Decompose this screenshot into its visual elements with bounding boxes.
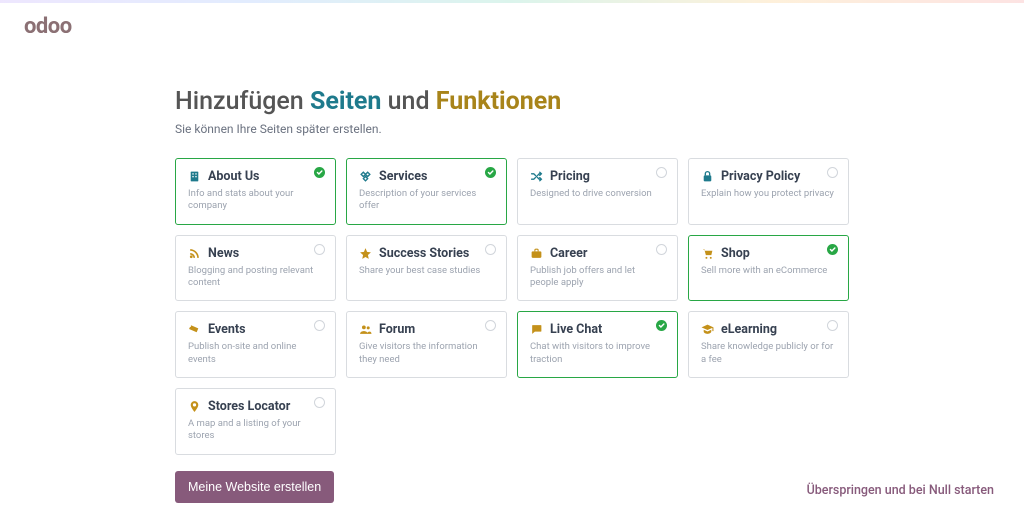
card-description: Description of your services offer <box>359 188 494 213</box>
check-icon <box>314 167 325 178</box>
card-title-text: About Us <box>208 169 259 184</box>
card-title-text: Live Chat <box>550 322 602 337</box>
cart-icon <box>701 247 714 260</box>
card-title: News <box>188 246 323 261</box>
main-content: Hinzufügen Seiten und Funktionen Sie kön… <box>0 3 1024 503</box>
heading-part2: Seiten <box>310 87 381 116</box>
empty-circle-icon <box>827 320 838 331</box>
card-title: Pricing <box>530 169 665 184</box>
feature-card-events[interactable]: Events Publish on-site and online events <box>175 311 336 378</box>
card-title: About Us <box>188 169 323 184</box>
card-title: Stores Locator <box>188 399 323 414</box>
card-description: Share knowledge publicly or for a fee <box>701 341 836 366</box>
card-description: Designed to drive conversion <box>530 188 665 200</box>
card-description: Publish job offers and let people apply <box>530 265 665 290</box>
card-title-text: Services <box>379 169 427 184</box>
card-description: Explain how you protect privacy <box>701 188 836 200</box>
rss-icon <box>188 247 201 260</box>
empty-circle-icon <box>314 244 325 255</box>
feature-card-elearning[interactable]: eLearning Share knowledge publicly or for… <box>688 311 849 378</box>
card-description: Give visitors the information they need <box>359 341 494 366</box>
card-title: Privacy Policy <box>701 169 836 184</box>
card-description: Share your best case studies <box>359 265 494 277</box>
empty-circle-icon <box>827 167 838 178</box>
create-website-button[interactable]: Meine Website erstellen <box>175 471 334 503</box>
card-title-text: Career <box>550 246 587 261</box>
skip-link[interactable]: Überspringen und bei Null starten <box>807 483 994 498</box>
empty-circle-icon <box>485 320 496 331</box>
card-description: Publish on-site and online events <box>188 341 323 366</box>
card-title-text: News <box>208 246 239 261</box>
feature-card-live-chat[interactable]: Live Chat Chat with visitors to improve t… <box>517 311 678 378</box>
card-title-text: Events <box>208 322 246 337</box>
card-description: Blogging and posting relevant content <box>188 265 323 290</box>
shuffle-icon <box>530 170 543 183</box>
empty-circle-icon <box>656 167 667 178</box>
card-description: Sell more with an eCommerce <box>701 265 836 277</box>
heading-part3: und <box>381 87 435 116</box>
empty-circle-icon <box>656 244 667 255</box>
card-description: Chat with visitors to improve traction <box>530 341 665 366</box>
decorative-top-bar <box>0 0 1024 3</box>
feature-card-forum[interactable]: Forum Give visitors the information they … <box>346 311 507 378</box>
lock-icon <box>701 170 714 183</box>
page-title: Hinzufügen Seiten und Funktionen <box>175 87 849 116</box>
graduation-icon <box>701 323 714 336</box>
ticket-icon <box>188 323 201 336</box>
feature-card-news[interactable]: News Blogging and posting relevant conten… <box>175 235 336 302</box>
building-icon <box>188 170 201 183</box>
empty-circle-icon <box>314 320 325 331</box>
card-description: A map and a listing of your stores <box>188 418 323 443</box>
card-title: Success Stories <box>359 246 494 261</box>
feature-card-career[interactable]: Career Publish job offers and let people … <box>517 235 678 302</box>
feature-card-privacy-policy[interactable]: Privacy Policy Explain how you protect pr… <box>688 158 849 225</box>
check-icon <box>827 244 838 255</box>
empty-circle-icon <box>314 397 325 408</box>
feature-card-shop[interactable]: Shop Sell more with an eCommerce <box>688 235 849 302</box>
briefcase-icon <box>530 247 543 260</box>
feature-card-stores-locator[interactable]: Stores Locator A map and a listing of you… <box>175 388 336 455</box>
pin-icon <box>188 400 201 413</box>
users-icon <box>359 323 372 336</box>
card-title-text: Shop <box>721 246 750 261</box>
heading-part4: Funktionen <box>436 87 562 116</box>
feature-card-pricing[interactable]: Pricing Designed to drive conversion <box>517 158 678 225</box>
cards-grid: About Us Info and stats about your compan… <box>175 158 849 455</box>
logo: odoo <box>24 14 72 39</box>
card-title-text: Forum <box>379 322 415 337</box>
card-description: Info and stats about your company <box>188 188 323 213</box>
card-title-text: Pricing <box>550 169 590 184</box>
card-title-text: Success Stories <box>379 246 469 261</box>
feature-card-success-stories[interactable]: Success Stories Share your best case stud… <box>346 235 507 302</box>
heading-part1: Hinzufügen <box>175 87 310 116</box>
card-title: Services <box>359 169 494 184</box>
feature-card-about-us[interactable]: About Us Info and stats about your compan… <box>175 158 336 225</box>
page-subtitle: Sie können Ihre Seiten später erstellen. <box>175 122 849 136</box>
check-icon <box>656 320 667 331</box>
card-title: Career <box>530 246 665 261</box>
card-title: Forum <box>359 322 494 337</box>
card-title: eLearning <box>701 322 836 337</box>
card-title-text: Privacy Policy <box>721 169 800 184</box>
card-title-text: Stores Locator <box>208 399 290 414</box>
chat-icon <box>530 323 543 336</box>
empty-circle-icon <box>485 244 496 255</box>
check-icon <box>485 167 496 178</box>
offer-icon <box>359 170 372 183</box>
card-title: Shop <box>701 246 836 261</box>
card-title: Events <box>188 322 323 337</box>
star-icon <box>359 247 372 260</box>
card-title-text: eLearning <box>721 322 777 337</box>
card-title: Live Chat <box>530 322 665 337</box>
feature-card-services[interactable]: Services Description of your services off… <box>346 158 507 225</box>
